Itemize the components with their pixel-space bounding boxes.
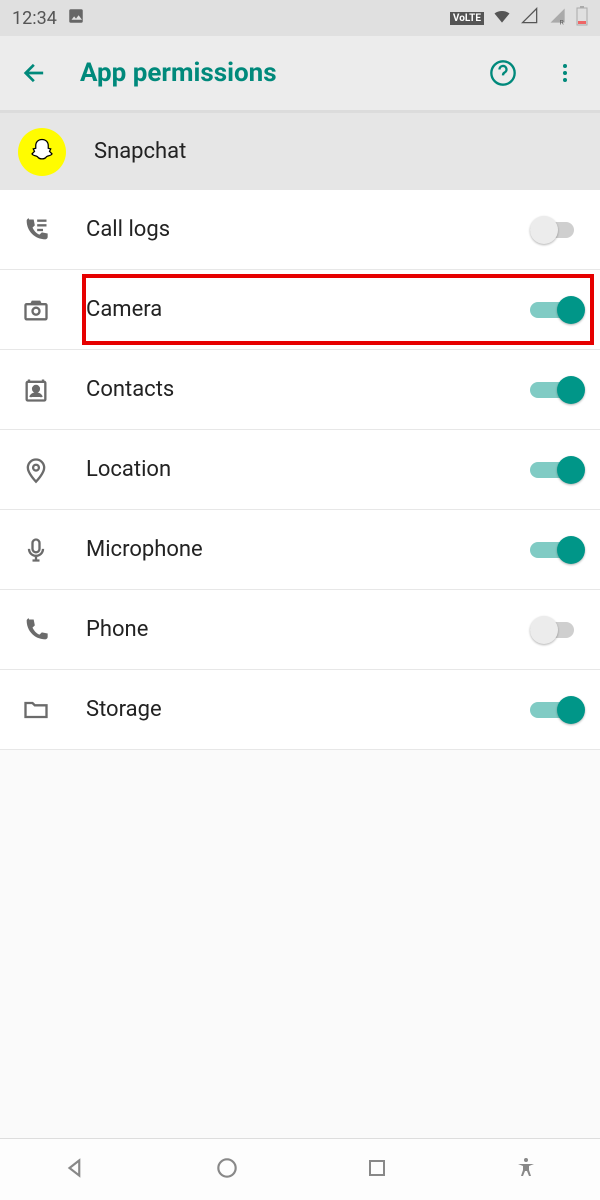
phone-icon	[18, 616, 54, 644]
permission-toggle-call-logs[interactable]	[530, 215, 582, 245]
permission-row-location[interactable]: Location	[0, 430, 600, 510]
permission-label: Location	[86, 457, 498, 482]
permission-row-microphone[interactable]: Microphone	[0, 510, 600, 590]
permission-toggle-camera[interactable]	[530, 295, 582, 325]
picture-icon	[67, 7, 85, 30]
app-header: Snapchat	[0, 110, 600, 190]
nav-home-button[interactable]	[214, 1155, 240, 1185]
svg-text:R: R	[560, 18, 564, 26]
help-button[interactable]	[486, 56, 520, 90]
permission-toggle-phone[interactable]	[530, 615, 582, 645]
app-name: Snapchat	[94, 139, 186, 164]
signal-roaming-icon: R	[548, 6, 568, 31]
location-icon	[18, 456, 54, 484]
permission-toggle-storage[interactable]	[530, 695, 582, 725]
status-bar: 12:34 VoLTE R	[0, 0, 600, 36]
permission-label: Call logs	[86, 217, 498, 242]
nav-recents-button[interactable]	[365, 1156, 389, 1184]
permission-label: Microphone	[86, 537, 498, 562]
permission-toggle-location[interactable]	[530, 455, 582, 485]
battery-icon	[576, 6, 588, 31]
permission-toggle-contacts[interactable]	[530, 375, 582, 405]
storage-icon	[18, 696, 54, 724]
volte-badge: VoLTE	[450, 12, 484, 25]
app-bar: App permissions	[0, 36, 600, 110]
system-nav-bar	[0, 1138, 600, 1200]
permission-label: Phone	[86, 617, 498, 642]
wifi-icon	[492, 6, 512, 31]
status-time: 12:34	[12, 8, 57, 29]
nav-accessibility-button[interactable]	[514, 1156, 538, 1184]
permission-row-camera[interactable]: Camera	[0, 270, 600, 350]
permission-label: Storage	[86, 697, 498, 722]
status-right: VoLTE R	[450, 6, 588, 31]
nav-back-button[interactable]	[63, 1155, 89, 1185]
permission-row-call-logs[interactable]: Call logs	[0, 190, 600, 270]
signal-icon	[520, 6, 540, 31]
permission-label: Camera	[86, 297, 498, 322]
permission-row-contacts[interactable]: Contacts	[0, 350, 600, 430]
overflow-menu-button[interactable]	[548, 56, 582, 90]
permission-toggle-microphone[interactable]	[530, 535, 582, 565]
permission-row-phone[interactable]: Phone	[0, 590, 600, 670]
contacts-icon	[18, 376, 54, 404]
permission-label: Contacts	[86, 377, 498, 402]
page-title: App permissions	[80, 58, 277, 88]
call-logs-icon	[18, 216, 54, 244]
permission-list: Call logs Camera Contacts Location Micro…	[0, 190, 600, 750]
permission-row-storage[interactable]: Storage	[0, 670, 600, 750]
snapchat-logo-icon	[18, 128, 66, 176]
back-button[interactable]	[18, 56, 52, 90]
microphone-icon	[18, 536, 54, 564]
camera-icon	[18, 296, 54, 324]
